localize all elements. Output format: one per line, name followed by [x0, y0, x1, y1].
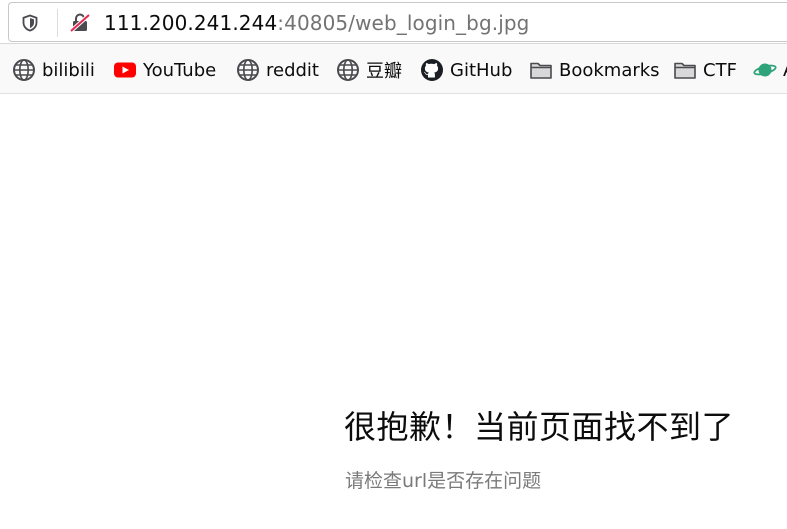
error-subtitle: 请检查url是否存在问题: [345, 470, 542, 492]
address-bar-container: 111.200.241.244:40805/web_login_bg.jpg: [0, 0, 787, 44]
bookmark-label: CTF: [703, 59, 737, 81]
bookmark-label: reddit: [266, 59, 319, 81]
planet-icon: [753, 63, 777, 77]
address-bar-separator: [57, 9, 58, 37]
url-path: :40805/web_login_bg.jpg: [277, 11, 530, 35]
bookmark-label: GitHub: [450, 59, 513, 81]
folder-icon: [530, 62, 552, 79]
bookmark-planet[interactable]: A: [753, 58, 787, 82]
bookmark-label: YouTube: [143, 59, 217, 81]
insecure-lock-icon[interactable]: [69, 12, 91, 34]
youtube-icon: [114, 62, 136, 78]
bookmark-label: Bookmarks: [559, 59, 660, 81]
bookmark-github[interactable]: GitHub: [420, 58, 512, 82]
bookmark-folder-ctf[interactable]: CTF: [673, 58, 737, 82]
bookmark-label: A: [783, 60, 787, 81]
bookmark-douban[interactable]: 豆瓣: [336, 58, 402, 82]
globe-icon: [13, 59, 35, 81]
bookmark-folder-bookmarks[interactable]: Bookmarks: [529, 58, 660, 82]
github-icon: [421, 59, 443, 81]
bookmarks-toolbar: bilibili YouTube reddit 豆瓣 GitHub Bookma…: [0, 44, 787, 94]
url-host: 111.200.241.244: [104, 11, 278, 35]
tracking-protection-shield-icon[interactable]: [21, 14, 39, 32]
address-bar[interactable]: 111.200.241.244:40805/web_login_bg.jpg: [8, 2, 787, 42]
bookmark-label: bilibili: [42, 59, 95, 81]
bookmark-bilibili[interactable]: bilibili: [12, 58, 95, 82]
bookmark-youtube[interactable]: YouTube: [113, 58, 216, 82]
folder-icon: [674, 62, 696, 79]
globe-icon: [237, 59, 259, 81]
bookmark-reddit[interactable]: reddit: [236, 58, 319, 82]
error-title: 很抱歉！当前页面找不到了: [344, 408, 735, 446]
url-text[interactable]: 111.200.241.244:40805/web_login_bg.jpg: [104, 10, 529, 36]
globe-icon: [337, 59, 359, 81]
bookmark-label: 豆瓣: [366, 61, 402, 82]
